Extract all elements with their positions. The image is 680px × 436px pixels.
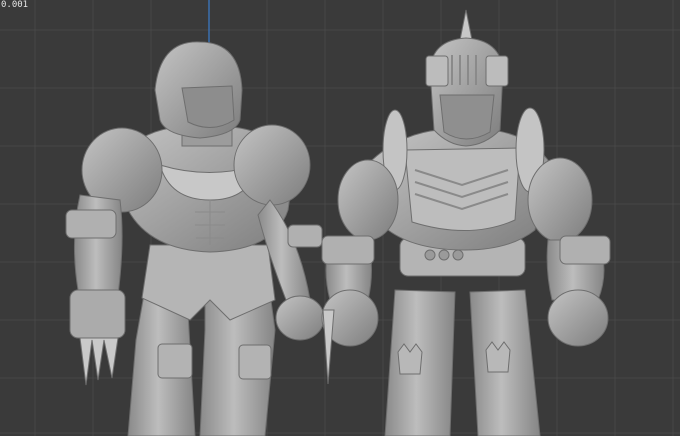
clawed-gauntlet — [69, 289, 126, 339]
spike-weapon — [322, 309, 335, 385]
arm-band — [65, 209, 117, 239]
left-knee-guard — [157, 343, 193, 379]
knight-armored-figure[interactable] — [321, 9, 611, 436]
scene-models — [65, 9, 611, 436]
helmeted-wrestler-figure[interactable] — [65, 41, 325, 436]
3d-viewport[interactable]: 0.001 — [0, 0, 680, 436]
right-knee-guard — [238, 344, 272, 380]
chest-plate — [404, 147, 521, 232]
